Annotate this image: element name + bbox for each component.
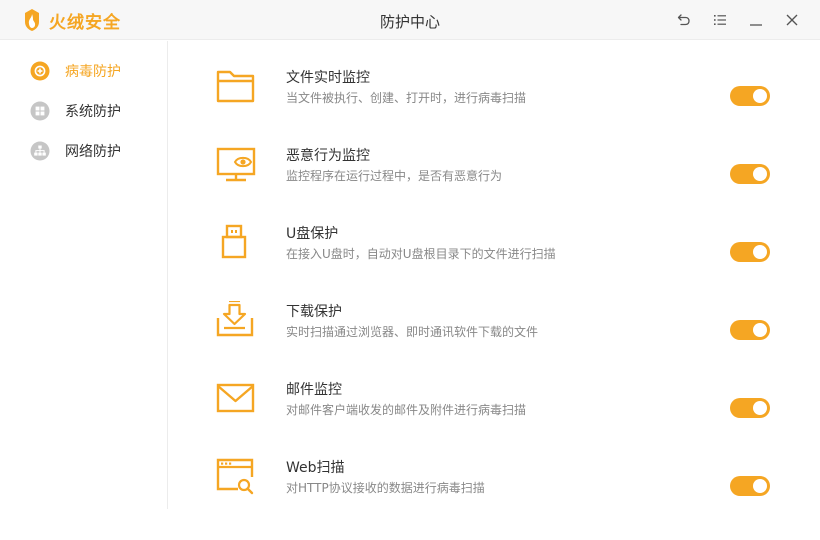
mail-icon xyxy=(216,383,255,413)
system-protection-icon xyxy=(30,101,50,121)
feature-description: 在接入U盘时，自动对U盘根目录下的文件进行扫描 xyxy=(286,247,556,261)
feature-title: 下载保护 xyxy=(286,304,342,320)
feature-title: Web扫描 xyxy=(286,460,345,476)
network-protection-icon xyxy=(30,141,50,161)
web-scan-icon xyxy=(216,458,254,495)
toggle-knob xyxy=(753,167,767,181)
feature-title: 文件实时监控 xyxy=(286,70,370,86)
download-tray-icon xyxy=(216,301,254,337)
minimize-button[interactable] xyxy=(746,10,766,30)
minimize-icon xyxy=(750,24,762,26)
title-bar: 火绒安全 防护中心 xyxy=(0,0,820,40)
feature-row-usb-protection: U盘保护 在接入U盘时，自动对U盘根目录下的文件进行扫描 xyxy=(214,223,794,283)
feature-row-mail-monitor: 邮件监控 对邮件客户端收发的邮件及附件进行病毒扫描 xyxy=(214,379,794,439)
sidebar-item-network-protection[interactable]: 网络防护 xyxy=(30,140,121,162)
feature-description: 对邮件客户端收发的邮件及附件进行病毒扫描 xyxy=(286,403,527,417)
folder-icon xyxy=(216,70,255,103)
sidebar-item-virus-protection[interactable]: 病毒防护 xyxy=(30,60,121,82)
web-scan-toggle[interactable] xyxy=(730,476,770,496)
menu-icon xyxy=(714,15,726,25)
sidebar-item-label: 系统防护 xyxy=(65,104,121,120)
toggle-knob xyxy=(753,245,767,259)
toggle-knob xyxy=(753,479,767,493)
feature-description: 对HTTP协议接收的数据进行病毒扫描 xyxy=(286,481,485,495)
feature-description: 当文件被执行、创建、打开时，进行病毒扫描 xyxy=(286,91,527,105)
monitor-eye-icon xyxy=(216,147,256,182)
sidebar: 病毒防护 系统防护 网络防护 xyxy=(0,41,168,509)
close-button[interactable] xyxy=(782,10,802,30)
usb-drive-icon xyxy=(221,224,247,259)
close-icon xyxy=(786,14,798,26)
feature-description: 监控程序在运行过程中，是否有恶意行为 xyxy=(286,169,503,183)
feature-description: 实时扫描通过浏览器、即时通讯软件下载的文件 xyxy=(286,325,539,339)
sidebar-item-system-protection[interactable]: 系统防护 xyxy=(30,100,121,122)
feature-title: U盘保护 xyxy=(286,226,339,242)
virus-protection-icon xyxy=(30,61,50,81)
mail-monitor-toggle[interactable] xyxy=(730,398,770,418)
toggle-knob xyxy=(753,89,767,103)
behavior-monitor-toggle[interactable] xyxy=(730,164,770,184)
toggle-knob xyxy=(753,323,767,337)
feature-row-web-scan: Web扫描 对HTTP协议接收的数据进行病毒扫描 xyxy=(214,457,794,517)
toggle-knob xyxy=(753,401,767,415)
sidebar-item-label: 病毒防护 xyxy=(65,64,121,80)
back-icon xyxy=(677,14,690,26)
feature-title: 恶意行为监控 xyxy=(286,148,370,164)
feature-title: 邮件监控 xyxy=(286,382,342,398)
feature-row-download-protection: 下载保护 实时扫描通过浏览器、即时通讯软件下载的文件 xyxy=(214,301,794,361)
feature-row-behavior-monitor: 恶意行为监控 监控程序在运行过程中，是否有恶意行为 xyxy=(214,145,794,205)
file-monitor-toggle[interactable] xyxy=(730,86,770,106)
back-button[interactable] xyxy=(674,10,694,30)
feature-row-file-monitor: 文件实时监控 当文件被执行、创建、打开时，进行病毒扫描 xyxy=(214,67,794,127)
download-protection-toggle[interactable] xyxy=(730,320,770,340)
menu-button[interactable] xyxy=(710,10,730,30)
sidebar-item-label: 网络防护 xyxy=(65,144,121,160)
usb-protection-toggle[interactable] xyxy=(730,242,770,262)
window-title: 防护中心 xyxy=(379,13,440,31)
